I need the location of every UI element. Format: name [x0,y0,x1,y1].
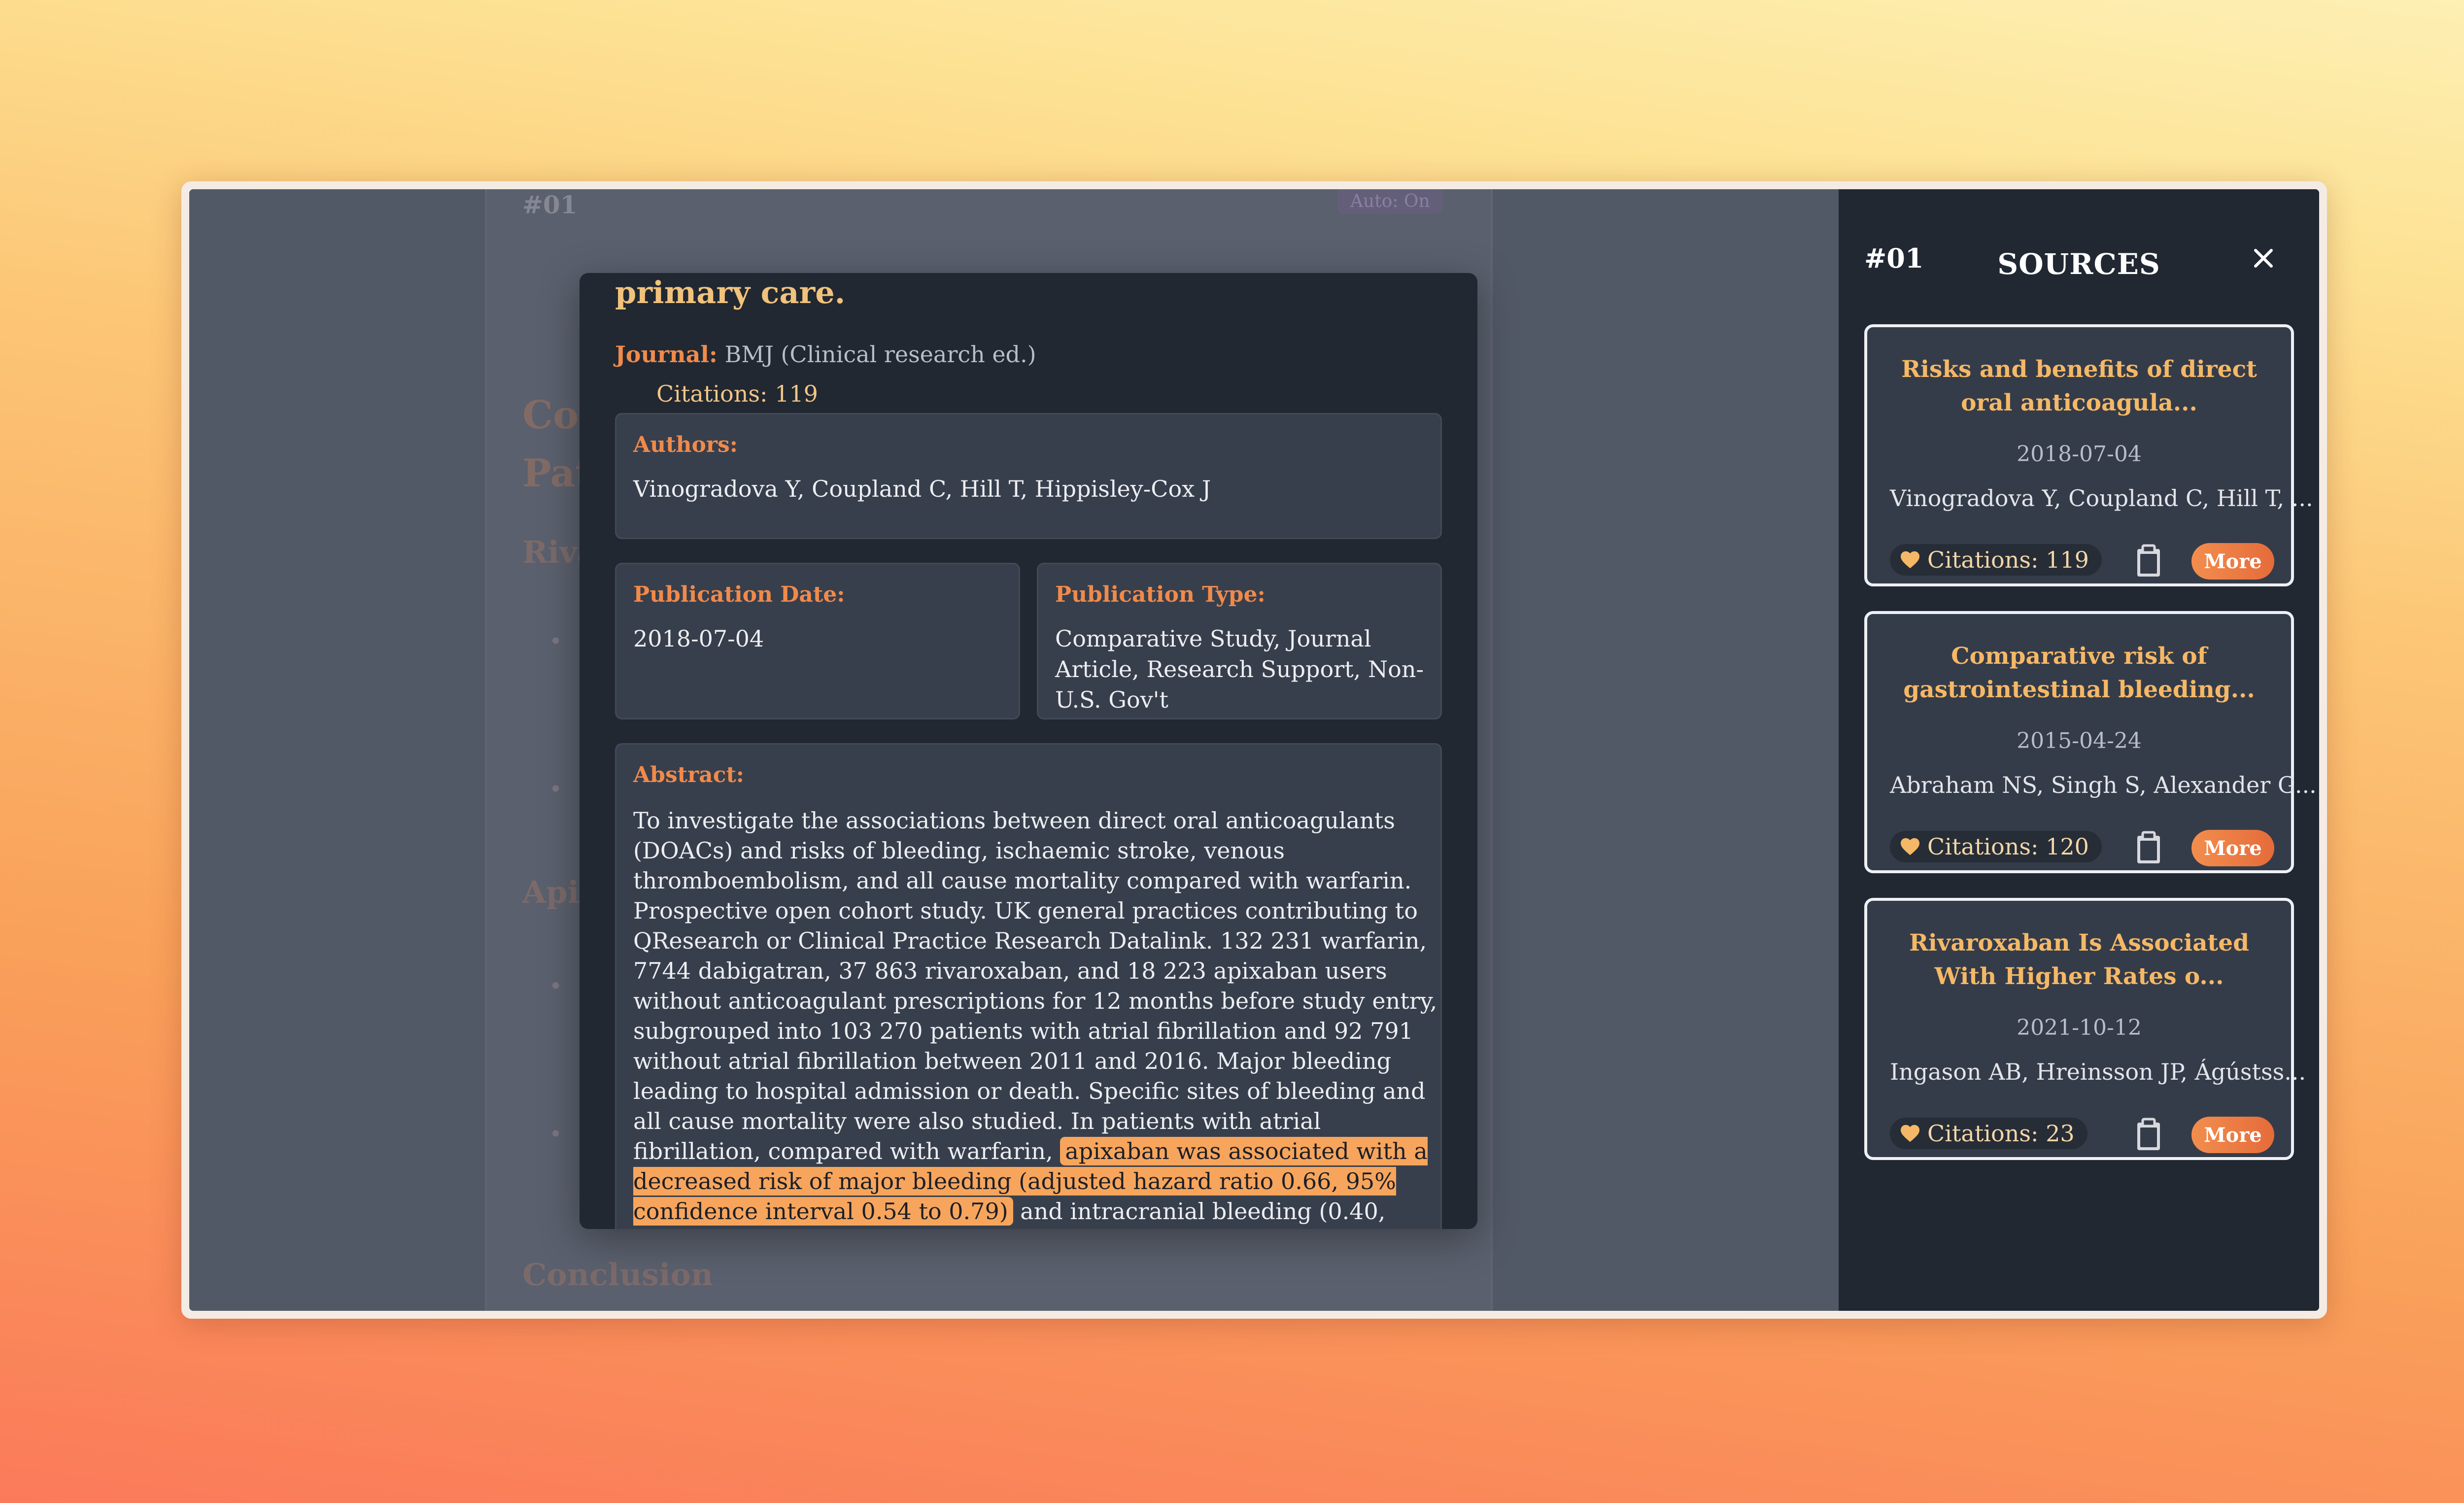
clipboard-icon[interactable] [2133,831,2164,865]
close-icon[interactable] [2246,240,2281,276]
abstract-text: To investigate the associations between … [633,806,1441,1229]
source-authors: Abraham NS, Singh S, Alexander G... [1890,772,2317,798]
article-conclusion-heading: Conclusion [522,1257,714,1293]
source-date: 2018-07-04 [2017,442,2142,467]
citation-count: Citations: 119 [656,380,818,407]
publication-type-card: Publication Type: Comparative Study, Jou… [1037,563,1442,719]
publication-date-value: 2018-07-04 [633,625,764,652]
authors-label: Authors: [633,432,738,457]
publication-date-label: Publication Date: [633,582,845,607]
sources-panel: #01 SOURCES Risks and benefits of direct… [1839,189,2319,1311]
source-citations: Citations: 23 [1927,1120,2075,1147]
bullet-marker: • [549,776,563,802]
journal-value: BMJ (Clinical research ed.) [724,341,1036,368]
source-citations-badge: Citations: 119 [1890,544,2102,576]
source-card[interactable]: Rivaroxaban Is Associated With Higher Ra… [1864,898,2306,1160]
journal-label: Journal: [615,341,718,368]
source-citations: Citations: 119 [1927,547,2089,573]
clipboard-icon[interactable] [2133,1118,2164,1152]
bullet-marker: • [549,628,563,654]
more-button[interactable]: More [2191,543,2274,580]
heart-icon [1901,1125,1919,1142]
article-number: #01 [522,190,578,219]
source-citations-badge: Citations: 120 [1890,831,2102,862]
abstract-label: Abstract: [633,762,745,787]
publication-type-value: Comparative Study, Journal Article, Rese… [1055,625,1424,713]
app-window: #01 Auto: On Cor Pat Riva • • Apix • • C… [181,181,2327,1319]
source-citations: Citations: 120 [1927,833,2089,860]
journal-line: Journal: BMJ (Clinical research ed.) [615,341,1036,368]
paper-title: primary care. [615,274,846,310]
publication-date-card: Publication Date: 2018-07-04 [615,563,1020,719]
bullet-marker: • [549,973,563,999]
clipboard-icon[interactable] [2133,544,2164,579]
more-button[interactable]: More [2191,830,2274,866]
abstract-text-before: To investigate the associations between … [633,807,1437,1164]
bullet-marker: • [549,1121,563,1147]
source-card[interactable]: Comparative risk of gastrointestinal ble… [1864,611,2317,873]
app-screen: #01 Auto: On Cor Pat Riva • • Apix • • C… [189,189,2319,1311]
source-title[interactable]: Risks and benefits of direct oral antico… [1882,353,2276,420]
source-authors: Vinogradova Y, Coupland C, Hill T, ... [1890,485,2313,512]
authors-card: Authors: Vinogradova Y, Coupland C, Hill… [615,413,1442,539]
heart-icon [1901,551,1919,569]
more-button[interactable]: More [2191,1117,2274,1153]
source-authors: Ingason AB, Hreinsson JP, Ágústss... [1890,1059,2306,1085]
source-title[interactable]: Comparative risk of gastrointestinal ble… [1882,640,2276,707]
paper-detail-modal: primary care. Journal: BMJ (Clinical res… [580,273,1477,1229]
source-card[interactable]: Risks and benefits of direct oral antico… [1864,324,2313,586]
source-title[interactable]: Rivaroxaban Is Associated With Higher Ra… [1882,926,2276,993]
source-citations-badge: Citations: 23 [1890,1118,2088,1149]
authors-value: Vinogradova Y, Coupland C, Hill T, Hippi… [633,476,1211,502]
abstract-card: Abstract: To investigate the association… [615,743,1442,1229]
heart-icon [1901,838,1919,855]
source-date: 2015-04-24 [2017,728,2142,753]
auto-mode-badge[interactable]: Auto: On [1337,189,1443,214]
source-date: 2021-10-12 [2017,1015,2142,1040]
publication-type-label: Publication Type: [1055,582,1266,607]
